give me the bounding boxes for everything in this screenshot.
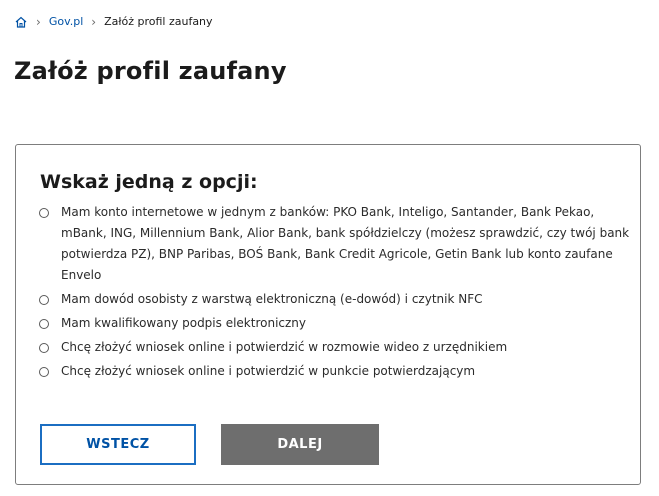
option-label: Chcę złożyć wniosek online i potwierdzić… <box>61 340 508 354</box>
radio-button[interactable] <box>39 343 49 353</box>
breadcrumb: › Gov.pl › Załóż profil zaufany <box>14 14 213 30</box>
option-video-call[interactable]: Chcę złożyć wniosek online i potwierdzić… <box>36 337 632 358</box>
next-button[interactable]: DALEJ <box>221 424 379 465</box>
option-label: Mam dowód osobisty z warstwą elektronicz… <box>61 292 483 306</box>
radio-button[interactable] <box>39 208 49 218</box>
radio-button[interactable] <box>39 319 49 329</box>
breadcrumb-link-govpl[interactable]: Gov.pl <box>49 14 83 30</box>
options-heading: Wskaż jedną z opcji: <box>40 171 258 193</box>
page-title: Załóż profil zaufany <box>14 57 287 85</box>
option-label: Mam konto internetowe w jednym z banków:… <box>61 205 630 282</box>
back-button[interactable]: WSTECZ <box>40 424 196 465</box>
breadcrumb-separator: › <box>36 15 41 29</box>
options-panel: Wskaż jedną z opcji: Mam konto interneto… <box>15 144 641 485</box>
option-label: Mam kwalifikowany podpis elektroniczny <box>61 316 307 330</box>
option-confirmation-point[interactable]: Chcę złożyć wniosek online i potwierdzić… <box>36 361 632 382</box>
option-label: Chcę złożyć wniosek online i potwierdzić… <box>61 364 476 378</box>
options-list: Mam konto internetowe w jednym z banków:… <box>36 202 632 382</box>
breadcrumb-current: Załóż profil zaufany <box>104 15 213 28</box>
option-e-dowod[interactable]: Mam dowód osobisty z warstwą elektronicz… <box>36 289 632 310</box>
radio-button[interactable] <box>39 367 49 377</box>
option-qualified-signature[interactable]: Mam kwalifikowany podpis elektroniczny <box>36 313 632 334</box>
radio-button[interactable] <box>39 295 49 305</box>
breadcrumb-separator: › <box>91 15 97 29</box>
home-icon[interactable] <box>14 15 28 29</box>
option-bank-account[interactable]: Mam konto internetowe w jednym z banków:… <box>36 202 632 286</box>
